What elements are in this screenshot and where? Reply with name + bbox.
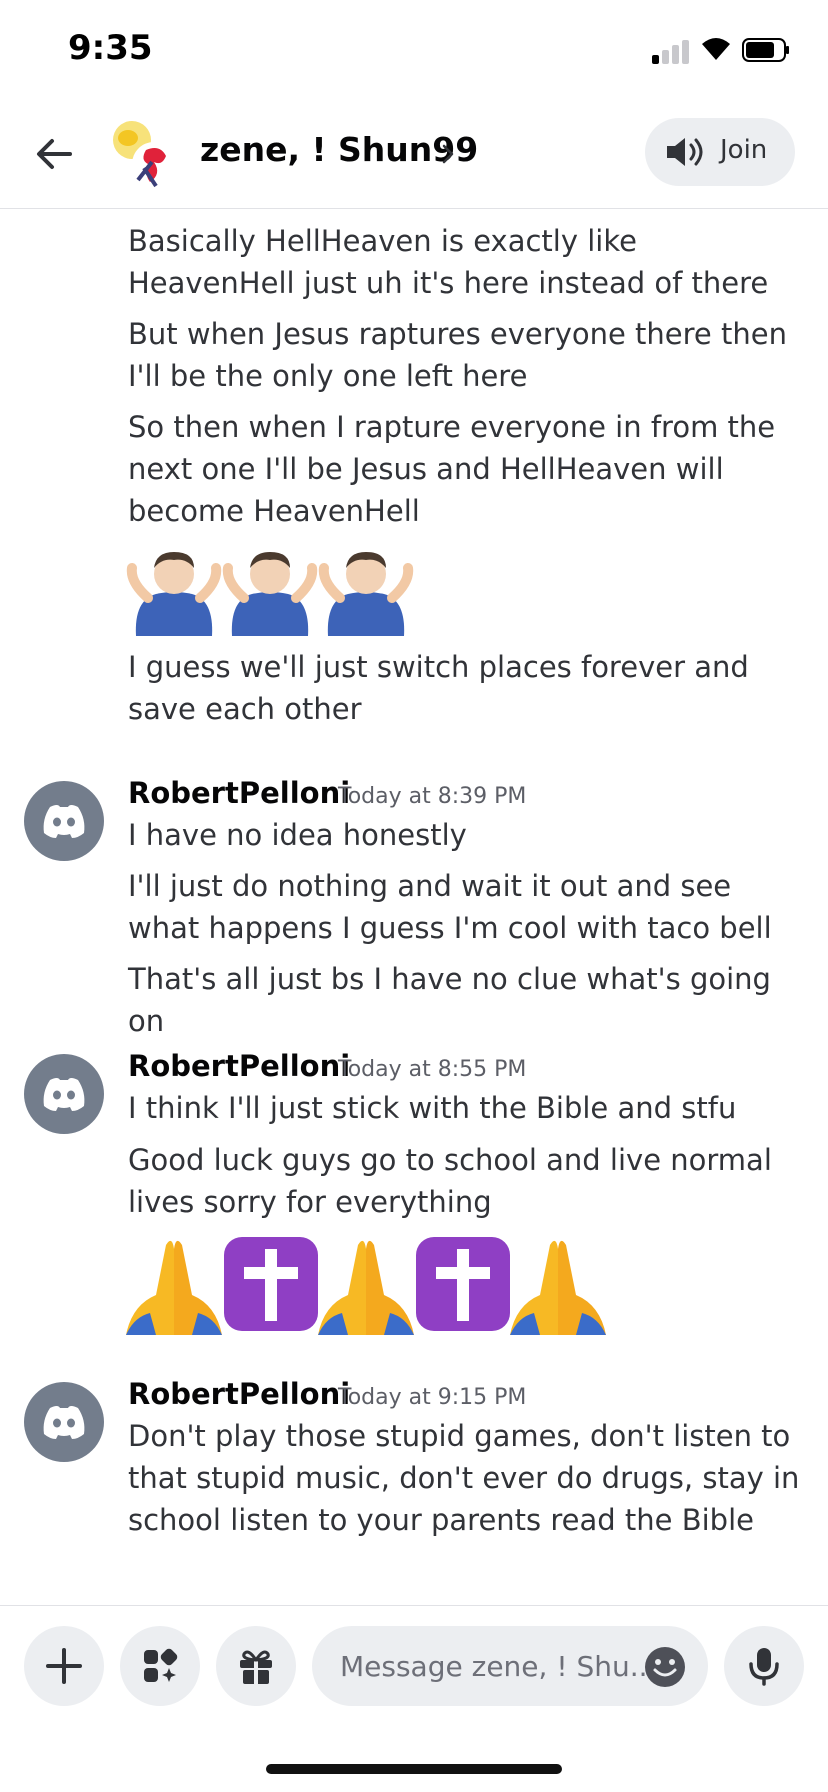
arrow-left-icon[interactable] (32, 132, 76, 176)
add-attachment-button[interactable] (24, 1626, 104, 1706)
shrug-emoji (126, 552, 222, 636)
apps-button[interactable] (120, 1626, 200, 1706)
folded-hands-emoji (126, 1240, 222, 1335)
join-call-button[interactable]: Join (645, 118, 795, 186)
microphone-icon (749, 1648, 779, 1686)
shrug-emoji (318, 552, 414, 636)
timestamp: Today at 8:39 PM (338, 784, 527, 809)
dm-header: zene, ! Shun99 Join (0, 100, 828, 209)
discord-logo-icon (43, 1406, 85, 1439)
message-text[interactable]: I have no idea honestly (128, 814, 808, 856)
latin-cross-emoji (416, 1237, 510, 1331)
shrug-emoji-message[interactable] (126, 548, 416, 636)
message-text[interactable]: I think I'll just stick with the Bible a… (128, 1087, 808, 1129)
gift-icon (240, 1650, 272, 1684)
timestamp: Today at 8:55 PM (338, 1057, 527, 1082)
status-bar: 9:35 (0, 0, 828, 100)
folded-hands-emoji (318, 1240, 414, 1335)
message-text[interactable]: Good luck guys go to school and live nor… (128, 1139, 808, 1223)
message-text[interactable]: But when Jesus raptures everyone there t… (128, 313, 808, 397)
message-list: Basically HellHeaven is exactly like Hea… (0, 210, 828, 1605)
home-indicator[interactable] (266, 1764, 562, 1774)
shrug-emoji (222, 552, 318, 636)
message-composer (0, 1605, 828, 1726)
message-text[interactable]: Don't play those stupid games, don't lis… (128, 1415, 808, 1541)
message-text[interactable]: So then when I rapture everyone in from … (128, 406, 808, 532)
folded-hands-emoji (510, 1240, 606, 1335)
message-text[interactable]: I guess we'll just switch places forever… (128, 646, 808, 730)
author-name[interactable]: RobertPelloni (128, 1049, 350, 1083)
discord-logo-icon (43, 1078, 85, 1111)
emoji-icon[interactable] (644, 1646, 686, 1688)
message-text[interactable]: That's all just bs I have no clue what's… (128, 958, 808, 1042)
join-label: Join (720, 135, 768, 165)
plus-icon (46, 1648, 82, 1684)
discord-logo-icon (43, 805, 85, 838)
speaker-icon (667, 138, 703, 166)
avatar[interactable] (24, 1054, 104, 1134)
pray-cross-emoji-message[interactable] (126, 1235, 610, 1335)
voice-message-button[interactable] (724, 1626, 804, 1706)
status-time: 9:35 (68, 28, 153, 68)
message-text[interactable]: Basically HellHeaven is exactly like Hea… (128, 220, 808, 304)
apps-icon (144, 1648, 178, 1682)
message-text[interactable]: I'll just do nothing and wait it out and… (128, 865, 808, 949)
chevron-right-icon[interactable] (441, 144, 455, 164)
avatar[interactable] (24, 1382, 104, 1462)
latin-cross-emoji (224, 1237, 318, 1331)
author-name[interactable]: RobertPelloni (128, 1377, 350, 1411)
signal-icon (652, 38, 692, 64)
avatar[interactable] (24, 781, 104, 861)
gift-button[interactable] (216, 1626, 296, 1706)
group-avatar[interactable] (110, 118, 178, 188)
conversation-title[interactable]: zene, ! Shun99 (200, 130, 478, 169)
battery-icon (742, 38, 789, 62)
author-name[interactable]: RobertPelloni (128, 776, 350, 810)
timestamp: Today at 9:15 PM (338, 1385, 527, 1410)
wifi-icon (702, 38, 730, 60)
